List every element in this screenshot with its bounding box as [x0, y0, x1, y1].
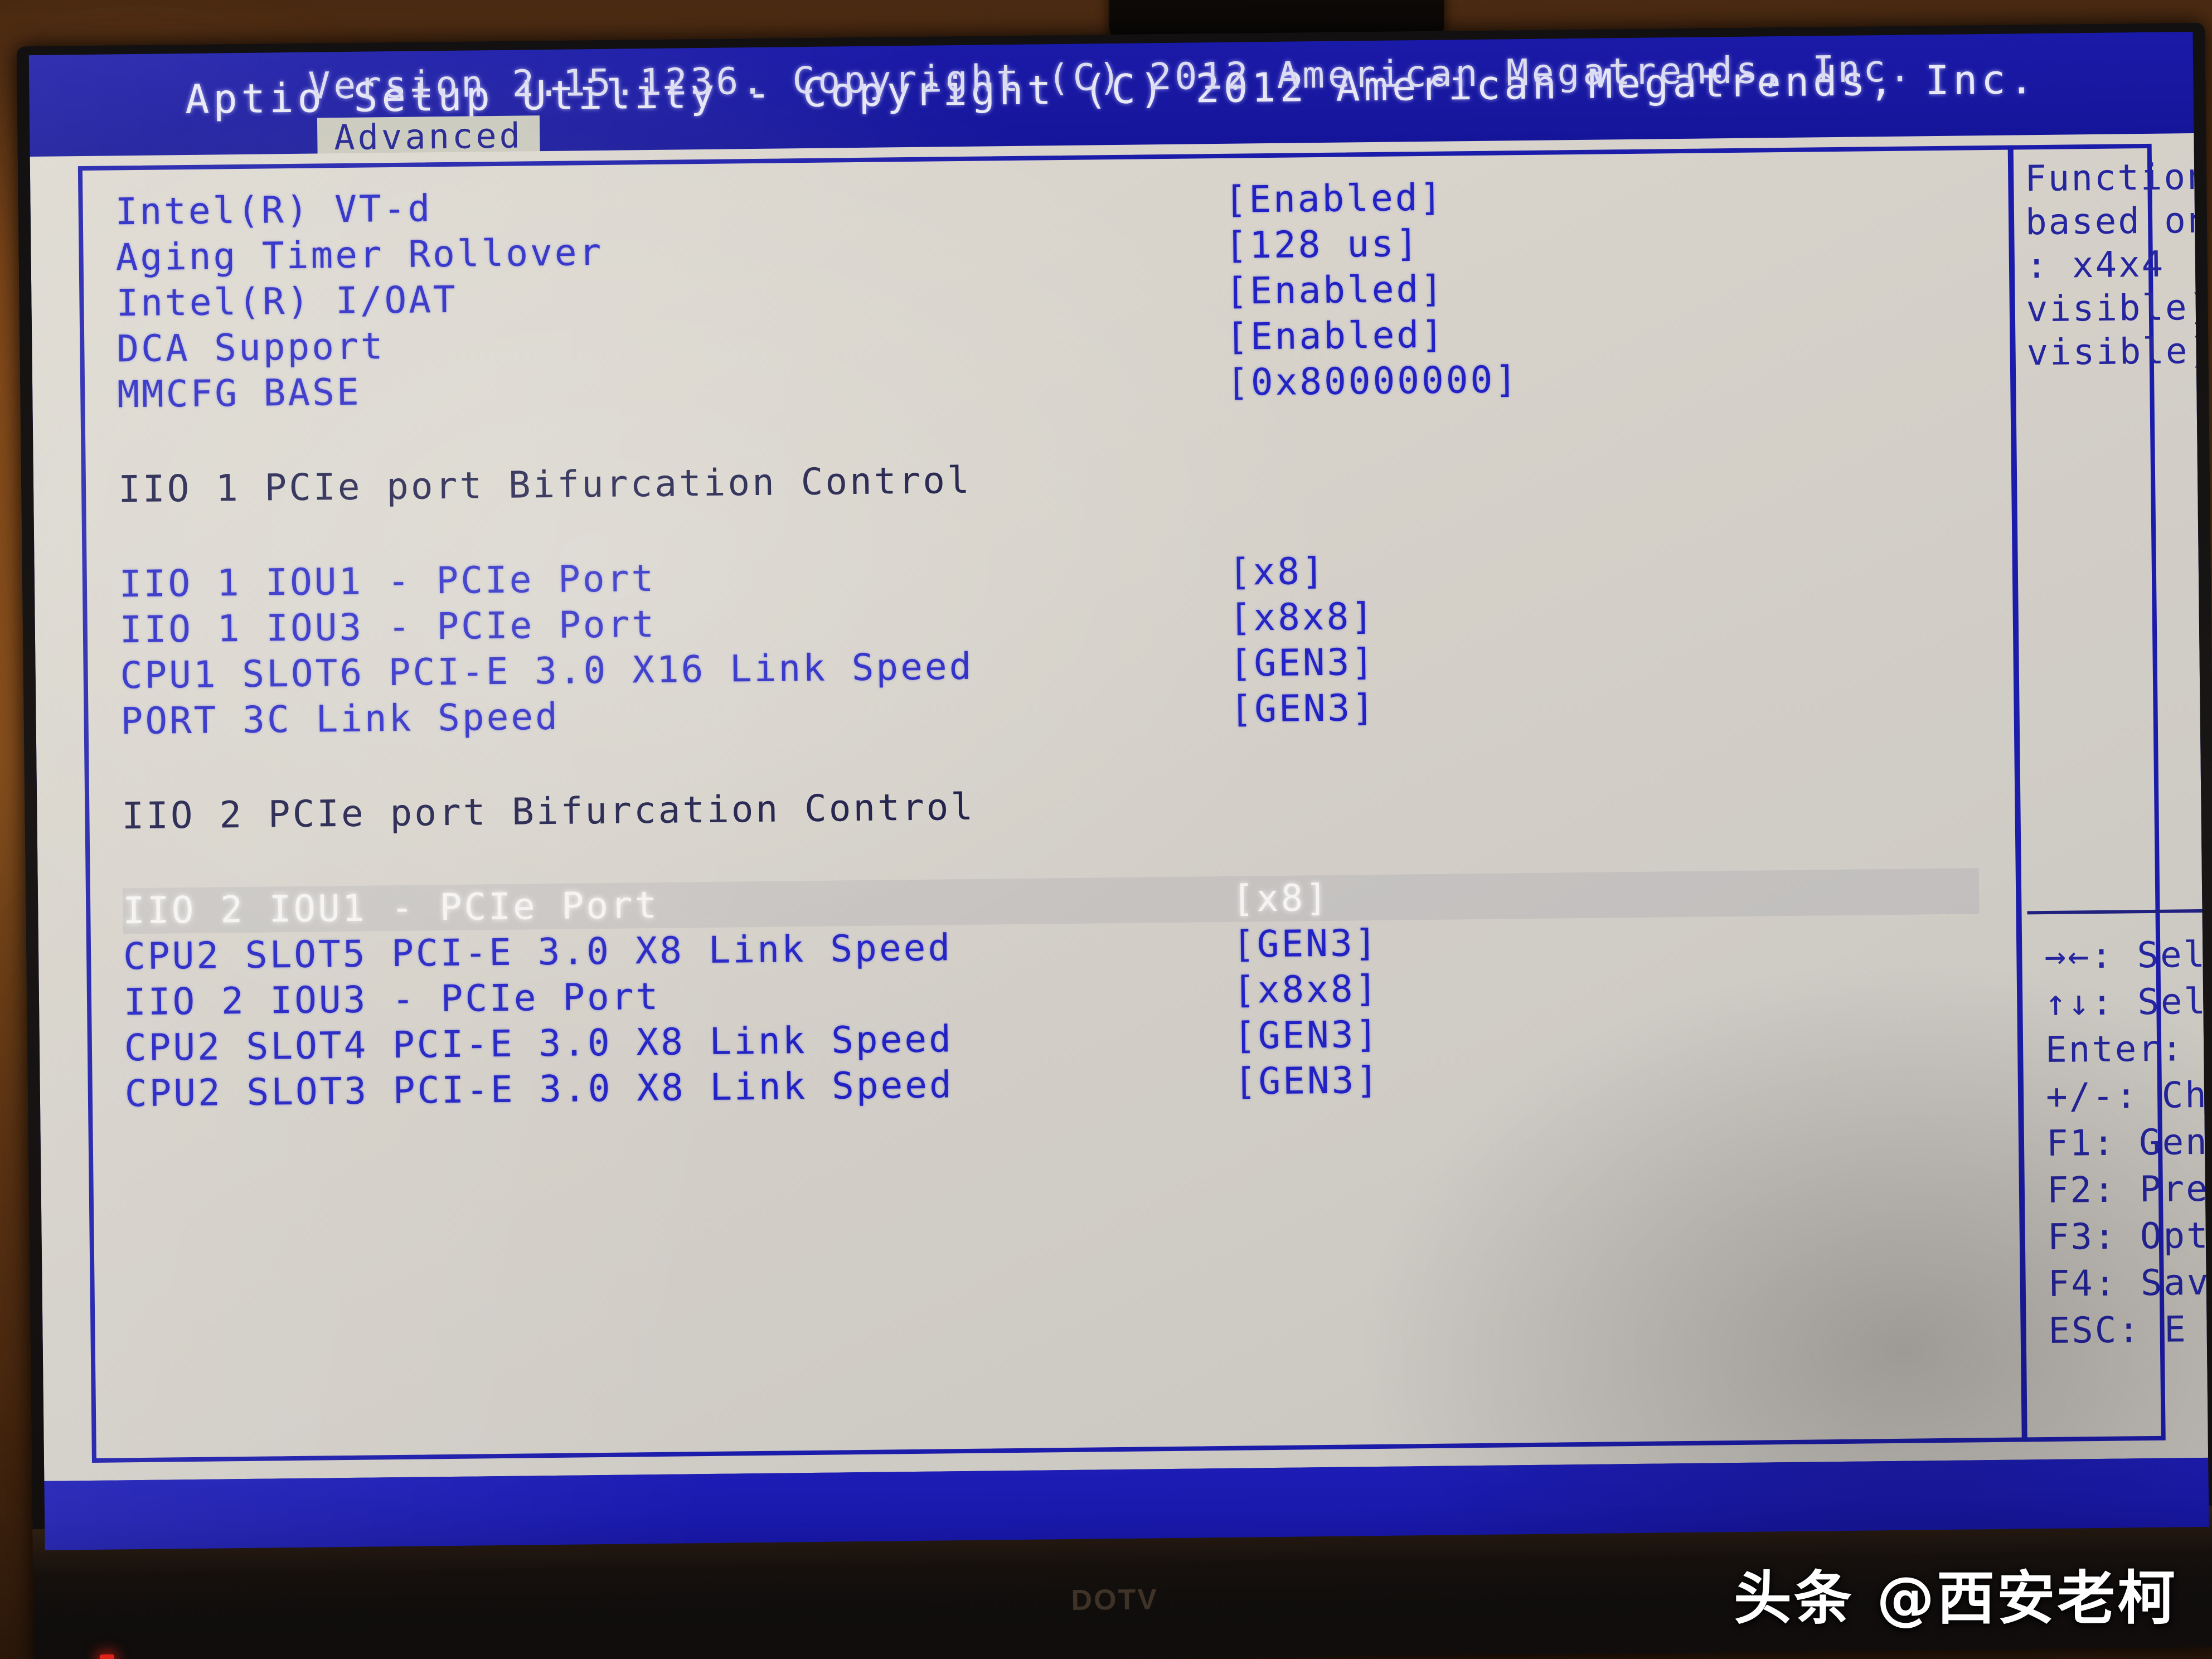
- setting-label: MMCFG BASE: [117, 370, 362, 416]
- monitor: Aptio Setup Utility - Copyright (C) 2012…: [16, 22, 2212, 1659]
- setting-label: CPU2 SLOT3 PCI-E 3.0 X8 Link Speed: [124, 1063, 954, 1115]
- help-text-line: Function: [2024, 156, 2209, 200]
- setting-value[interactable]: [x8]: [1232, 875, 1330, 922]
- setting-value[interactable]: [x8]: [1228, 549, 1326, 595]
- legend-key-line: ESC: E: [2048, 1309, 2188, 1352]
- setting-label: IIO 1 IOU1 - PCIe Port: [119, 556, 656, 606]
- help-text-line: visible): [2026, 330, 2209, 374]
- legend-key-line: +/-: Ch: [2045, 1074, 2209, 1118]
- key-legend: →←: Sel ↑↓: Sel Enter: +/-: Ch F1: Gen F2: Pr…: [2044, 931, 2209, 1355]
- setting-value[interactable]: [x8x8]: [1229, 594, 1375, 641]
- content-area: Intel(R) VT-d [Enabled] Aging Timer Rollov…: [30, 133, 2209, 1481]
- setting-label: IIO 2 IOU1 - PCIe Port: [122, 883, 659, 933]
- help-text-line: visible): [2026, 287, 2209, 331]
- legend-key-line: F4: Sav: [2048, 1262, 2209, 1306]
- setting-value[interactable]: [Enabled]: [1224, 175, 1444, 223]
- settings-list: Intel(R) VT-d [Enabled] Aging Timer Rollov…: [115, 169, 1981, 1117]
- setting-label: PORT 3C Link Speed: [120, 695, 560, 743]
- power-led-indicator: [99, 1654, 114, 1659]
- setting-value[interactable]: [GEN3]: [1234, 1058, 1380, 1105]
- setting-label: CPU2 SLOT5 PCI-E 3.0 X8 Link Speed: [123, 926, 953, 978]
- help-text-line: : x4x4 (: [2025, 243, 2209, 287]
- section-header-label: IIO 1 PCIe port Bifurcation Control: [118, 458, 972, 511]
- help-panel: Function based on: x4x4 (visible) visible): [2025, 156, 2209, 375]
- legend-key-line: F2: Pre: [2046, 1168, 2209, 1212]
- bios-screen: Aptio Setup Utility - Copyright (C) 2012…: [28, 32, 2209, 1550]
- legend-key-line: Enter:: [2045, 1028, 2185, 1071]
- setting-value[interactable]: [Enabled]: [1226, 312, 1445, 360]
- legend-key-line: ↑↓: Sel: [2044, 981, 2208, 1025]
- legend-key-line: F3: Opt: [2047, 1215, 2209, 1259]
- setting-value[interactable]: [Enabled]: [1225, 266, 1445, 314]
- setting-label: Intel(R) VT-d: [115, 187, 433, 234]
- setting-label: IIO 1 IOU3 - PCIe Port: [119, 602, 657, 652]
- setting-value[interactable]: [128 us]: [1225, 221, 1420, 269]
- photo-scene: Aptio Setup Utility - Copyright (C) 2012…: [0, 0, 2212, 1659]
- setting-label: Aging Timer Rollover: [115, 230, 604, 279]
- setting-value[interactable]: [GEN3]: [1233, 920, 1379, 968]
- setting-label: Intel(R) I/OAT: [116, 278, 458, 325]
- monitor-brand-logo: DOTV: [1071, 1583, 1159, 1617]
- setting-label: CPU2 SLOT4 PCI-E 3.0 X8 Link Speed: [124, 1017, 954, 1070]
- legend-key-line: →←: Sel: [2044, 934, 2207, 978]
- setting-value[interactable]: [x8x8]: [1233, 966, 1380, 1013]
- section-header-label: IIO 2 PCIe port Bifurcation Control: [122, 785, 976, 838]
- help-text-line: based on: [2025, 200, 2209, 244]
- watermark: 头条 @西安老柯: [1734, 1564, 2178, 1632]
- setting-label: IIO 2 IOU3 - PCIe Port: [123, 974, 661, 1024]
- setting-label: DCA Support: [116, 324, 385, 371]
- setting-value[interactable]: [GEN3]: [1229, 639, 1376, 687]
- legend-key-line: F1: Gen: [2046, 1121, 2209, 1165]
- setting-value[interactable]: [0x80000000]: [1226, 357, 1520, 406]
- setting-value[interactable]: [GEN3]: [1233, 1012, 1380, 1059]
- setting-value[interactable]: [GEN3]: [1230, 685, 1376, 733]
